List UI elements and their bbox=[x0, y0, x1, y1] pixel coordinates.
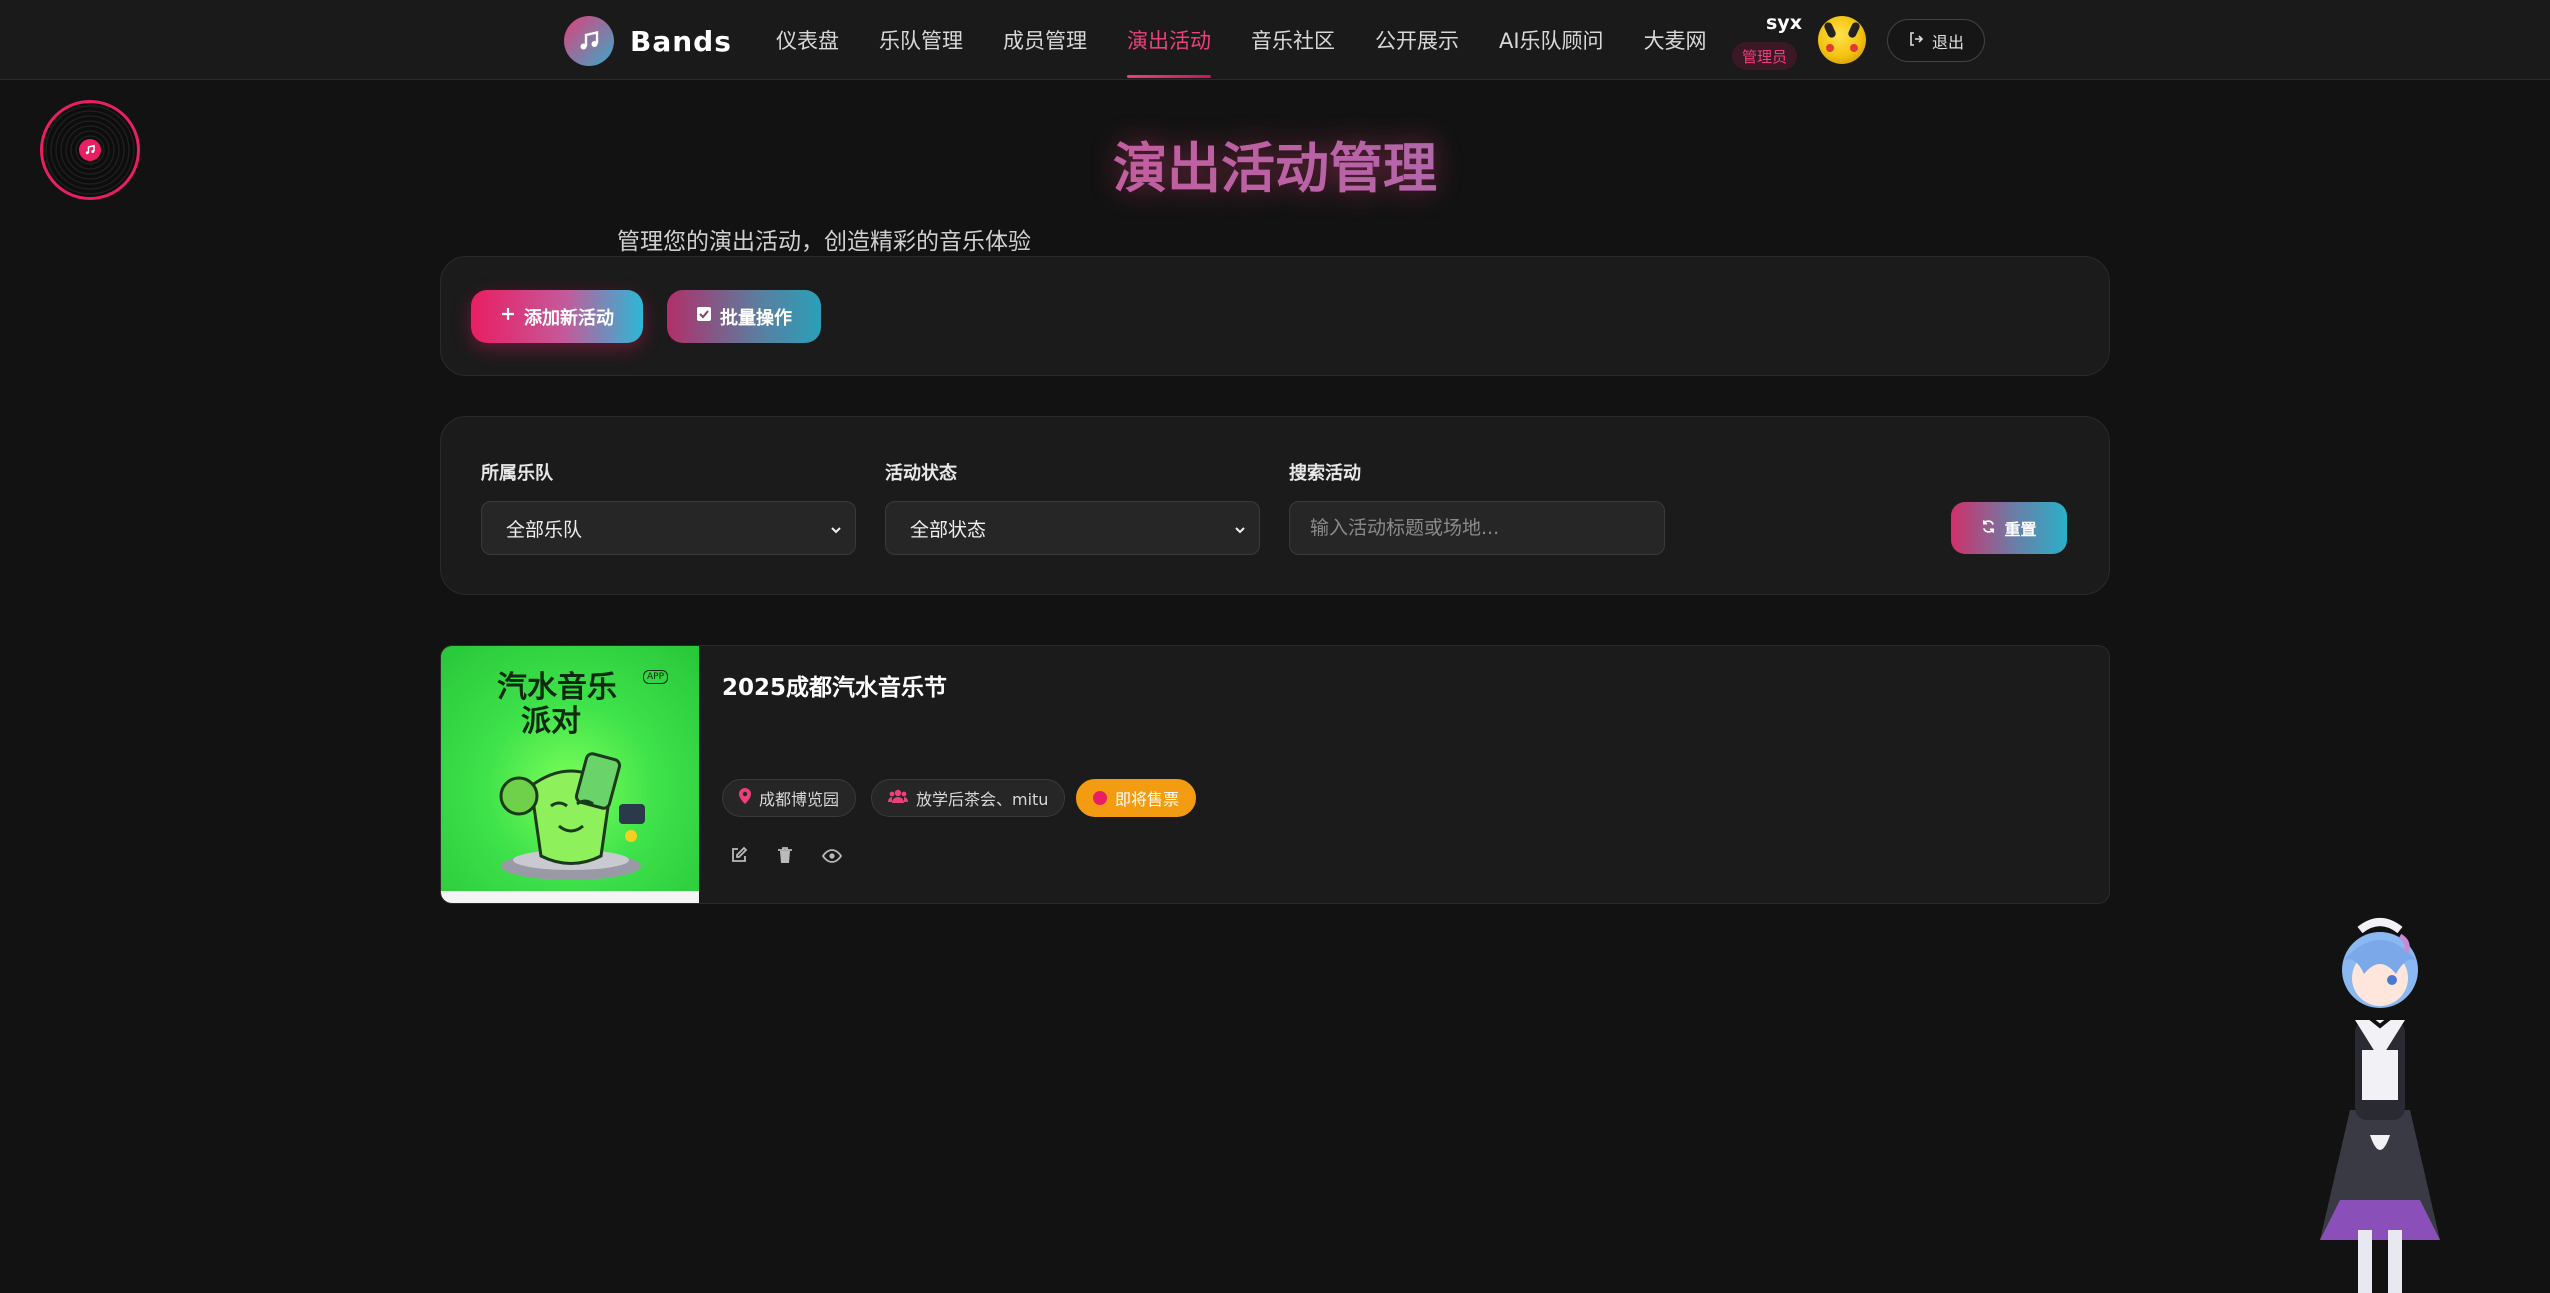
search-input[interactable] bbox=[1289, 501, 1665, 555]
venue-tag: 成都博览园 bbox=[722, 779, 857, 817]
band-filter-value: 全部乐队 bbox=[506, 518, 583, 541]
poster-tag: APP bbox=[643, 670, 669, 684]
brand-name: Bands bbox=[630, 24, 732, 58]
poster-footer bbox=[441, 891, 699, 903]
delete-button[interactable] bbox=[770, 842, 800, 872]
trash-icon bbox=[777, 846, 793, 868]
band-filter-select[interactable]: 全部乐队 bbox=[481, 501, 856, 555]
page-subtitle: 管理您的演出活动，创造精彩的音乐体验 bbox=[617, 229, 1031, 255]
nav-ai-advisor[interactable]: AI乐队顾问 bbox=[1499, 0, 1604, 80]
check-square-icon bbox=[696, 306, 712, 327]
music-note-icon bbox=[564, 16, 614, 66]
plus-icon bbox=[500, 306, 516, 327]
sign-out-icon bbox=[1908, 31, 1924, 51]
chevron-down-icon bbox=[829, 520, 843, 542]
nav-events[interactable]: 演出活动 bbox=[1127, 0, 1211, 80]
eye-icon bbox=[821, 848, 843, 867]
nav-dashboard[interactable]: 仪表盘 bbox=[776, 0, 839, 80]
event-title: 2025成都汽水音乐节 bbox=[722, 675, 948, 701]
status-dot bbox=[1093, 791, 1107, 805]
nav-public-showcase[interactable]: 公开展示 bbox=[1375, 0, 1459, 80]
status-badge: 即将售票 bbox=[1076, 779, 1197, 817]
poster-illustration bbox=[499, 752, 645, 880]
venue-text: 成都博览园 bbox=[759, 790, 840, 809]
map-pin-icon bbox=[739, 788, 751, 808]
add-event-label: 添加新活动 bbox=[524, 307, 614, 329]
chevron-down-icon bbox=[1233, 520, 1247, 542]
poster-subtitle: 派对 bbox=[521, 704, 581, 739]
bands-tag: 放学后茶会、mitu bbox=[871, 779, 1066, 817]
status-text: 即将售票 bbox=[1115, 790, 1180, 809]
user-name: syx bbox=[1766, 12, 1802, 34]
status-filter-value: 全部状态 bbox=[910, 518, 987, 541]
logout-button[interactable]: 退出 bbox=[1887, 19, 1985, 62]
bands-text: 放学后茶会、mitu bbox=[916, 790, 1049, 809]
batch-operation-button[interactable]: 批量操作 bbox=[667, 290, 821, 343]
band-filter-label: 所属乐队 bbox=[481, 463, 553, 484]
top-navbar: Bands 仪表盘 乐队管理 成员管理 演出活动 音乐社区 公开展示 AI乐队顾… bbox=[0, 0, 2550, 80]
role-badge: 管理员 bbox=[1732, 42, 1798, 70]
view-button[interactable] bbox=[817, 842, 847, 872]
brand[interactable]: Bands bbox=[564, 16, 732, 66]
status-filter-label: 活动状态 bbox=[885, 463, 957, 484]
avatar[interactable] bbox=[1818, 16, 1866, 64]
refresh-icon bbox=[1981, 519, 1996, 538]
nav-damai[interactable]: 大麦网 bbox=[1644, 0, 1707, 80]
main-nav: 仪表盘 乐队管理 成员管理 演出活动 音乐社区 公开展示 AI乐队顾问 大麦网 bbox=[776, 0, 1747, 80]
edit-button[interactable] bbox=[724, 842, 754, 872]
status-filter-select[interactable]: 全部状态 bbox=[885, 501, 1260, 555]
reset-button[interactable]: 重置 bbox=[1951, 502, 2067, 554]
page-title: 演出活动管理 bbox=[0, 124, 2550, 203]
add-event-button[interactable]: 添加新活动 bbox=[471, 290, 643, 343]
logout-label: 退出 bbox=[1931, 32, 1964, 52]
mascot-character bbox=[2320, 918, 2440, 1293]
search-label: 搜索活动 bbox=[1289, 463, 1361, 484]
nav-member-management[interactable]: 成员管理 bbox=[1003, 0, 1087, 80]
event-poster[interactable]: 汽水音乐 APP 派对 bbox=[441, 646, 699, 903]
nav-music-community[interactable]: 音乐社区 bbox=[1251, 0, 1335, 80]
filter-panel: 所属乐队 全部乐队 活动状态 全部状态 搜索活动 重置 bbox=[440, 416, 2110, 595]
event-card[interactable]: 汽水音乐 APP 派对 2025成都汽水音乐节 成都博览园 放学后茶会、mitu bbox=[440, 645, 2110, 904]
users-icon bbox=[888, 788, 908, 808]
batch-operation-label: 批量操作 bbox=[720, 307, 792, 329]
action-panel: 添加新活动 批量操作 bbox=[440, 256, 2110, 376]
nav-band-management[interactable]: 乐队管理 bbox=[879, 0, 963, 80]
reset-label: 重置 bbox=[2004, 520, 2037, 539]
edit-icon bbox=[730, 846, 748, 868]
